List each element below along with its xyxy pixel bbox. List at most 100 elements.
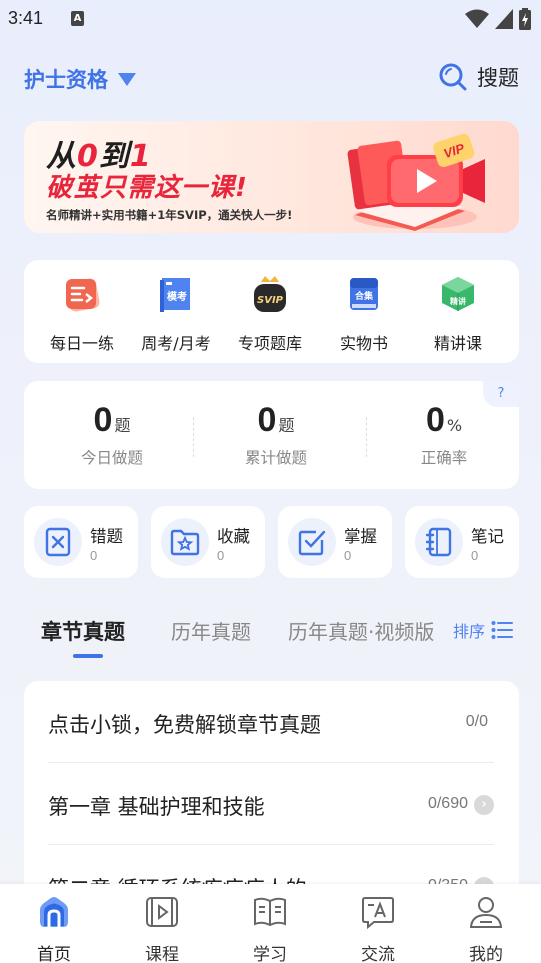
stat-unit: 题 bbox=[114, 416, 131, 435]
search-label: 搜题 bbox=[477, 66, 519, 90]
banner-subheadline: 破茧只需这一课! bbox=[46, 173, 248, 203]
nav-course[interactable]: 课程 bbox=[122, 894, 202, 963]
mini-card-label: 笔记 bbox=[471, 527, 504, 546]
quick-special-bank[interactable]: SVIP 专项题库 bbox=[225, 274, 315, 354]
promo-banner[interactable]: 从0到1 破茧只需这一课! 名师精讲+实用书籍+1年SVIP，通关快人一步! V… bbox=[24, 121, 519, 233]
chapter-progress: 0/690 bbox=[427, 795, 468, 812]
stat-value: 0 bbox=[93, 401, 113, 439]
quick-daily-practice[interactable]: 每日一练 bbox=[37, 274, 127, 354]
stat-accuracy: 0% 正确率 bbox=[364, 401, 524, 468]
nav-label: 学习 bbox=[253, 945, 287, 963]
wifi-icon bbox=[465, 9, 489, 28]
status-icons bbox=[465, 8, 531, 30]
cert-selector[interactable]: 护士资格 bbox=[24, 64, 136, 94]
book-collection-badge: 合集 bbox=[355, 290, 374, 302]
mini-card-label: 收藏 bbox=[217, 527, 250, 546]
quick-mock-exam[interactable]: 模考 周考/月考 bbox=[131, 274, 221, 354]
notes-card[interactable]: 笔记 0 bbox=[405, 506, 519, 578]
sort-list-icon bbox=[491, 621, 513, 639]
active-tab-indicator bbox=[73, 654, 103, 658]
stat-unit: % bbox=[446, 416, 463, 435]
notification-icon: A bbox=[71, 11, 84, 26]
stat-unit: 题 bbox=[278, 416, 295, 435]
lecture-badge: 精讲 bbox=[450, 296, 466, 306]
quick-label: 精讲课 bbox=[433, 334, 482, 353]
nav-home[interactable]: 首页 bbox=[14, 894, 94, 963]
search-icon bbox=[439, 63, 467, 91]
sort-button[interactable]: 排序 bbox=[453, 618, 513, 642]
status-bar: 3:41 A bbox=[0, 0, 541, 38]
signal-icon bbox=[495, 9, 513, 29]
mock-exam-icon: 模考 bbox=[160, 278, 190, 312]
book-collection-icon: 合集 bbox=[350, 278, 378, 310]
tab-chapter-questions[interactable]: 章节真题 bbox=[41, 616, 125, 646]
mini-card-label: 掌握 bbox=[344, 527, 377, 546]
favorite-folder-icon bbox=[170, 529, 200, 556]
quick-label: 专项题库 bbox=[237, 334, 302, 353]
svip-badge: SVIP bbox=[257, 295, 284, 306]
chapter-name: 点击小锁，免费解锁章节真题 bbox=[48, 713, 321, 737]
icon-circle bbox=[34, 518, 82, 566]
notebook-icon bbox=[426, 527, 452, 557]
status-time: 3:41 bbox=[8, 8, 44, 28]
stat-today: 0题 今日做题 bbox=[32, 401, 192, 468]
battery-icon bbox=[519, 8, 531, 30]
sort-label: 排序 bbox=[452, 622, 485, 641]
wrong-questions-card[interactable]: 错题 0 bbox=[24, 506, 138, 578]
svip-crown-icon: SVIP bbox=[254, 276, 286, 312]
bottom-nav: 首页 课程 学习 交流 我的 bbox=[0, 884, 541, 963]
chevron-right-icon: › bbox=[474, 795, 494, 815]
favorites-card[interactable]: 收藏 0 bbox=[151, 506, 265, 578]
nav-profile[interactable]: 我的 bbox=[446, 894, 526, 963]
mini-card-count: 0 bbox=[344, 548, 352, 563]
profile-icon bbox=[469, 897, 503, 928]
stat-value: 0 bbox=[257, 401, 277, 439]
nav-label: 课程 bbox=[145, 945, 179, 963]
tab-past-exams-video[interactable]: 历年真题·视频版 bbox=[288, 616, 434, 645]
lecture-cube-icon: 精讲 bbox=[442, 277, 474, 311]
search-button[interactable]: 搜题 bbox=[439, 62, 519, 92]
nav-label: 我的 bbox=[469, 945, 503, 963]
chapter-progress: 0/0 bbox=[465, 713, 488, 730]
nav-label: 首页 bbox=[37, 945, 71, 963]
stat-caption: 累计做题 bbox=[244, 449, 307, 467]
nav-exchange[interactable]: 交流 bbox=[338, 894, 418, 963]
cert-label: 护士资格 bbox=[24, 68, 108, 92]
home-icon bbox=[40, 897, 68, 927]
quick-label: 每日一练 bbox=[49, 334, 114, 353]
mini-card-count: 0 bbox=[90, 548, 98, 563]
mock-exam-badge: 模考 bbox=[167, 290, 187, 303]
top-bar: 护士资格 搜题 bbox=[24, 62, 519, 96]
icon-circle bbox=[161, 518, 209, 566]
nav-label: 交流 bbox=[361, 945, 395, 963]
study-book-icon bbox=[254, 897, 286, 927]
mini-card-count: 0 bbox=[471, 548, 479, 563]
chapter-name: 第一章 基础护理和技能 bbox=[48, 795, 265, 819]
mini-card-count: 0 bbox=[217, 548, 225, 563]
stats-card: ? 0题 今日做题 0题 累计做题 0% 正确率 bbox=[24, 381, 519, 489]
video-course-illustration: VIP bbox=[347, 133, 485, 231]
quick-lecture[interactable]: 精讲 精讲课 bbox=[413, 274, 503, 354]
mastered-check-icon bbox=[298, 530, 326, 556]
wrong-question-icon bbox=[45, 527, 71, 557]
stat-value: 0 bbox=[425, 401, 445, 439]
icon-circle bbox=[288, 518, 336, 566]
chat-icon bbox=[362, 897, 394, 930]
question-tabs: 章节真题 历年真题 历年真题·视频版 排序 bbox=[24, 614, 519, 662]
quick-actions-card: 每日一练 模考 周考/月考 SVIP 专项题库 合集 实物书 精讲 精讲课 bbox=[24, 260, 519, 363]
stat-total: 0题 累计做题 bbox=[196, 401, 356, 468]
dropdown-triangle-icon bbox=[118, 72, 136, 86]
chapter-row[interactable]: 点击小锁，免费解锁章节真题 0/0 bbox=[48, 681, 494, 763]
nav-study[interactable]: 学习 bbox=[230, 894, 310, 963]
quick-physical-book[interactable]: 合集 实物书 bbox=[319, 274, 409, 354]
chapter-row[interactable]: 第一章 基础护理和技能 0/690 › bbox=[48, 763, 494, 845]
mini-card-label: 错题 bbox=[90, 527, 123, 546]
mastered-card[interactable]: 掌握 0 bbox=[278, 506, 392, 578]
quick-label: 实物书 bbox=[339, 334, 388, 353]
stat-divider bbox=[193, 417, 194, 457]
banner-subtitle: 名师精讲+实用书籍+1年SVIP，通关快人一步! bbox=[46, 208, 293, 222]
icon-circle bbox=[415, 518, 463, 566]
tab-past-exams[interactable]: 历年真题 bbox=[171, 616, 251, 645]
course-play-icon bbox=[146, 897, 178, 927]
stat-caption: 今日做题 bbox=[80, 449, 143, 467]
